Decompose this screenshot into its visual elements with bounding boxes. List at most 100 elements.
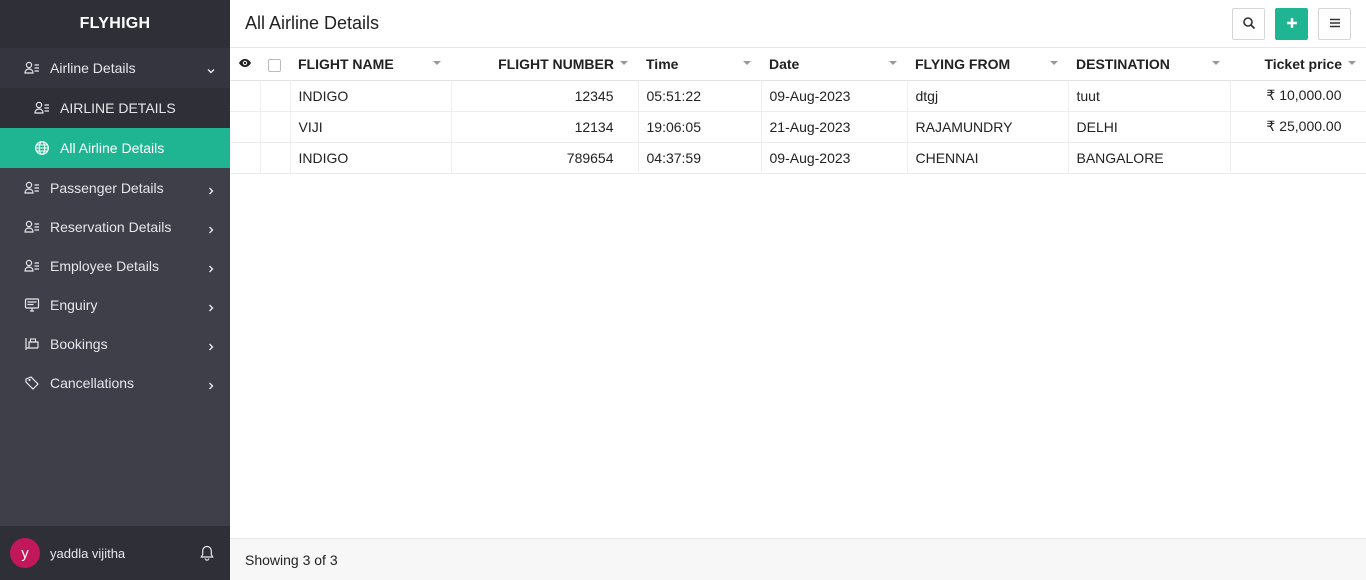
column-label: Ticket price bbox=[1264, 55, 1342, 72]
column-header-flying-from[interactable]: FLYING FROM bbox=[907, 48, 1068, 80]
cell-flight-name: INDIGO bbox=[290, 142, 452, 173]
column-label: FLIGHT NUMBER bbox=[498, 55, 614, 72]
user-list-icon bbox=[23, 59, 41, 77]
sidebar-item-passenger-details[interactable]: Passenger Details bbox=[0, 168, 230, 207]
user-list-icon bbox=[33, 99, 51, 117]
avatar[interactable]: y bbox=[10, 538, 40, 568]
cell-date: 21-Aug-2023 bbox=[761, 111, 908, 142]
record-count: Showing 3 of 3 bbox=[245, 551, 338, 568]
cell-flight-number: 12345 bbox=[451, 80, 639, 111]
column-header-flight-name[interactable]: FLIGHT NAME bbox=[290, 48, 451, 80]
sort-icon[interactable] bbox=[743, 61, 751, 65]
column-header-date[interactable]: Date bbox=[761, 48, 907, 80]
chevron-right-icon bbox=[206, 339, 216, 350]
sidebar-item-label: Airline Details bbox=[50, 60, 136, 76]
column-label: DESTINATION bbox=[1076, 55, 1170, 72]
sidebar-item-label: Passenger Details bbox=[50, 179, 164, 196]
user-list-icon bbox=[23, 218, 41, 236]
plus-icon bbox=[1285, 16, 1299, 33]
sidebar-item-employee-details[interactable]: Employee Details bbox=[0, 246, 230, 285]
menu-button[interactable] bbox=[1318, 8, 1351, 40]
cell-flying-from: RAJAMUNDRY bbox=[907, 111, 1069, 142]
cell-time: 19:06:05 bbox=[638, 111, 762, 142]
row-spacer bbox=[230, 111, 261, 142]
select-all-checkbox[interactable] bbox=[260, 48, 290, 80]
sidebar-item-reservation-details[interactable]: Reservation Details bbox=[0, 207, 230, 246]
cell-ticket-price: ₹ 25,000.00 bbox=[1230, 111, 1366, 142]
page-title: All Airline Details bbox=[245, 13, 380, 33]
checkbox[interactable] bbox=[268, 58, 281, 72]
tag-icon bbox=[23, 374, 41, 392]
chevron-right-icon bbox=[206, 222, 216, 233]
cell-destination: tuut bbox=[1068, 80, 1231, 111]
chevron-right-icon bbox=[206, 261, 216, 272]
header-actions bbox=[1232, 8, 1351, 40]
sort-icon[interactable] bbox=[1050, 61, 1058, 65]
desk-icon bbox=[23, 335, 41, 353]
sort-icon[interactable] bbox=[433, 61, 441, 65]
column-header-time[interactable]: Time bbox=[638, 48, 761, 80]
sidebar-nav: Airline Details AIRLINE DETAILS All Airl… bbox=[0, 48, 230, 402]
sidebar-item-label: Enguiry bbox=[50, 296, 98, 313]
table-row[interactable]: INDIGO 789654 04:37:59 09-Aug-2023 CHENN… bbox=[230, 142, 1366, 173]
sidebar-item-label: Cancellations bbox=[50, 374, 135, 391]
row-checkbox-cell[interactable] bbox=[260, 80, 291, 111]
globe-icon bbox=[33, 139, 51, 157]
sidebar-subitem-all-airline-details[interactable]: All Airline Details bbox=[0, 128, 230, 168]
column-label: Time bbox=[646, 55, 679, 72]
chevron-right-icon bbox=[206, 378, 216, 389]
cell-time: 04:37:59 bbox=[638, 142, 762, 173]
column-header-ticket-price[interactable]: Ticket price bbox=[1230, 48, 1366, 80]
sidebar: FLYHIGH Airline Details AIRLINE DETAILS … bbox=[0, 0, 230, 580]
column-label: FLIGHT NAME bbox=[298, 55, 394, 72]
cell-flight-name: INDIGO bbox=[290, 80, 452, 111]
sidebar-subitem-airline-details[interactable]: AIRLINE DETAILS bbox=[0, 88, 230, 128]
table-row[interactable]: VIJI 12134 19:06:05 21-Aug-2023 RAJAMUND… bbox=[230, 111, 1366, 142]
cell-date: 09-Aug-2023 bbox=[761, 142, 908, 173]
sidebar-item-bookings[interactable]: Bookings bbox=[0, 324, 230, 363]
row-spacer bbox=[230, 142, 261, 173]
row-checkbox-cell[interactable] bbox=[260, 111, 291, 142]
column-header-destination[interactable]: DESTINATION bbox=[1068, 48, 1230, 80]
sort-icon[interactable] bbox=[889, 61, 897, 65]
sidebar-subitem-label: All Airline Details bbox=[60, 140, 165, 156]
table-row[interactable]: INDIGO 12345 05:51:22 09-Aug-2023 dtgj t… bbox=[230, 80, 1366, 111]
cell-flying-from: CHENNAI bbox=[907, 142, 1069, 173]
row-spacer bbox=[230, 80, 261, 111]
cell-destination: BANGALORE bbox=[1068, 142, 1231, 173]
user-list-icon bbox=[23, 257, 41, 275]
sort-icon[interactable] bbox=[1348, 61, 1356, 65]
sort-icon[interactable] bbox=[1212, 61, 1220, 65]
column-visibility[interactable] bbox=[230, 48, 260, 80]
hamburger-icon bbox=[1328, 16, 1342, 33]
sort-icon[interactable] bbox=[620, 61, 628, 65]
chevron-down-icon bbox=[206, 63, 216, 74]
column-label: FLYING FROM bbox=[915, 55, 1011, 72]
main-content: All Airline Details FLIGHT NAME FLIGHT N… bbox=[230, 0, 1366, 580]
column-label: Date bbox=[769, 55, 800, 72]
sidebar-item-cancellations[interactable]: Cancellations bbox=[0, 363, 230, 402]
cell-flight-name: VIJI bbox=[290, 111, 452, 142]
chevron-right-icon bbox=[206, 183, 216, 194]
cell-ticket-price: ₹ 10,000.00 bbox=[1230, 80, 1366, 111]
sidebar-item-label: Employee Details bbox=[50, 257, 159, 274]
cell-flight-number: 12134 bbox=[451, 111, 639, 142]
cell-date: 09-Aug-2023 bbox=[761, 80, 908, 111]
user-name[interactable]: yaddla vijitha bbox=[50, 546, 125, 561]
page-header: All Airline Details bbox=[230, 0, 1366, 48]
sidebar-subitem-label: AIRLINE DETAILS bbox=[60, 100, 176, 116]
sidebar-item-airline-details[interactable]: Airline Details bbox=[0, 48, 230, 88]
add-button[interactable] bbox=[1275, 8, 1308, 40]
sidebar-item-enguiry[interactable]: Enguiry bbox=[0, 285, 230, 324]
user-list-icon bbox=[23, 179, 41, 197]
search-button[interactable] bbox=[1232, 8, 1265, 40]
cell-ticket-price bbox=[1230, 142, 1366, 173]
search-icon bbox=[1242, 16, 1256, 33]
bell-icon[interactable] bbox=[198, 544, 216, 562]
cell-destination: DELHI bbox=[1068, 111, 1231, 142]
table-footer: Showing 3 of 3 bbox=[230, 538, 1366, 580]
column-header-flight-number[interactable]: FLIGHT NUMBER bbox=[451, 48, 638, 80]
brand-logo[interactable]: FLYHIGH bbox=[0, 0, 230, 48]
row-checkbox-cell[interactable] bbox=[260, 142, 291, 173]
eye-icon bbox=[238, 56, 252, 72]
